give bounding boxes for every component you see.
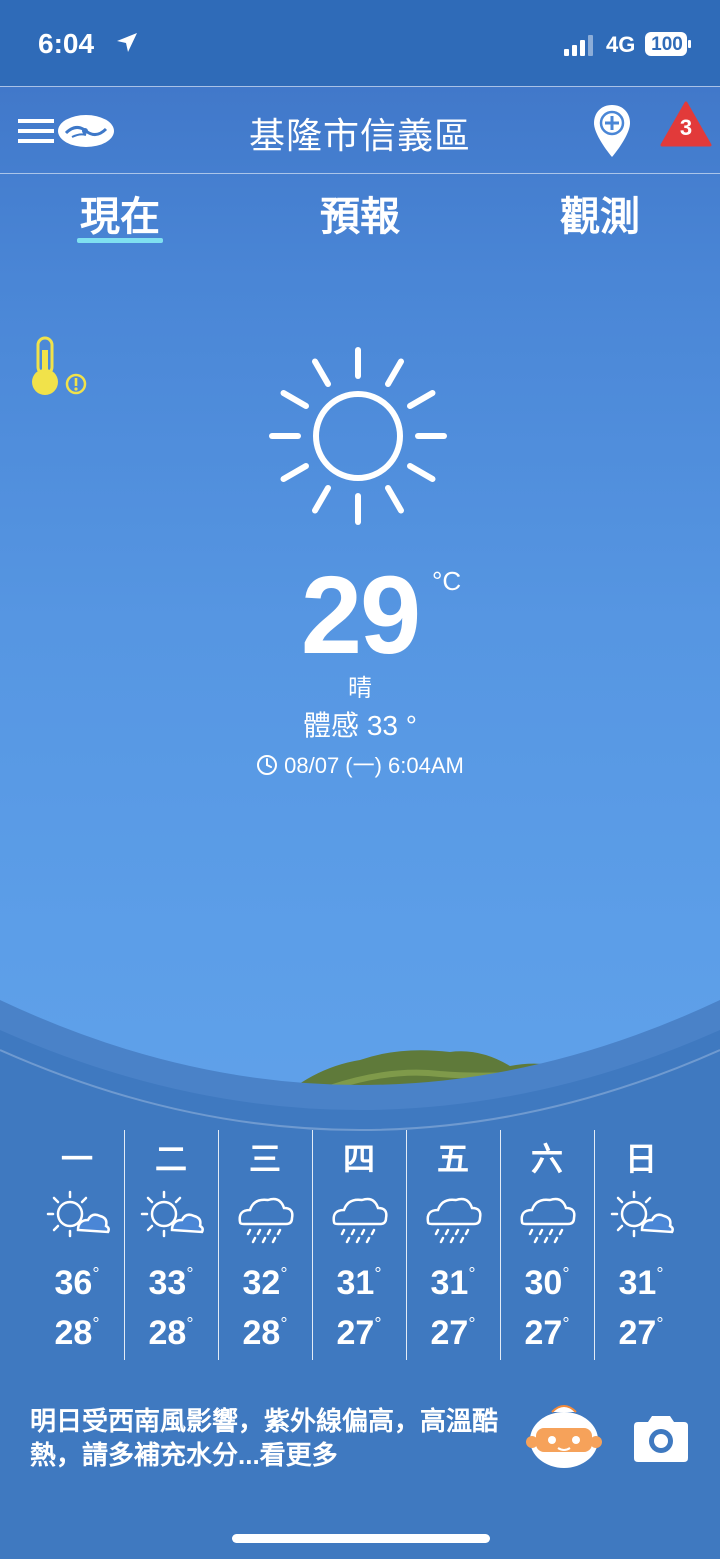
forecast-high: 36°	[54, 1264, 100, 1302]
rain-icon	[238, 1197, 294, 1244]
weather-app-screen: 6:04 4G 100 基隆市信義區 3 現在 預報 觀測 29 °C 晴 體感…	[0, 0, 720, 1559]
weather-notice[interactable]: 明日受西南風影響，紫外線偏高，高溫酷熱，請多補充水分...看更多	[30, 1404, 510, 1472]
location-arrow-icon	[117, 33, 137, 52]
forecast-low: 27°	[430, 1314, 476, 1352]
weekly-forecast[interactable]: 一 36° 28° 二 33° 28° 三 32° 28° 四 31° 27° …	[30, 1130, 690, 1360]
app-header: 基隆市信義區 3	[0, 86, 720, 174]
forecast-high: 32°	[242, 1264, 288, 1302]
forecast-day[interactable]: 五 31° 27°	[406, 1130, 500, 1360]
forecast-day[interactable]: 三 32° 28°	[218, 1130, 312, 1360]
clock-icon	[257, 755, 278, 775]
day-name: 六	[530, 1141, 563, 1177]
rain-icon	[426, 1197, 482, 1244]
forecast-day[interactable]: 四 31° 27°	[312, 1130, 406, 1360]
forecast-day[interactable]: 二 33° 28°	[124, 1130, 218, 1360]
update-time: 08/07 (一) 6:04AM	[284, 753, 464, 778]
weather-condition: 晴	[348, 675, 372, 702]
active-tab-indicator	[77, 238, 163, 243]
add-location-icon[interactable]	[592, 103, 632, 159]
forecast-day[interactable]: 日 31° 27°	[594, 1130, 688, 1360]
network-type: 4G	[606, 32, 636, 57]
alert-count: 3	[679, 115, 693, 140]
forecast-day[interactable]: 六 30° 27°	[500, 1130, 594, 1360]
forecast-low: 27°	[336, 1314, 382, 1352]
battery-level: 100	[651, 34, 683, 55]
forecast-low: 28°	[242, 1314, 288, 1352]
camera-icon[interactable]	[630, 1410, 692, 1466]
forecast-low: 28°	[148, 1314, 194, 1352]
tab-observation[interactable]: 觀測	[540, 184, 660, 242]
forecast-high: 30°	[524, 1264, 570, 1302]
rain-icon	[332, 1197, 388, 1244]
status-time: 6:04	[38, 28, 95, 59]
feels-like: 體感 33 °	[303, 710, 417, 741]
day-name: 五	[436, 1141, 469, 1177]
tab-bar: 現在 預報 觀測	[0, 180, 720, 250]
forecast-day[interactable]: 一 36° 28°	[30, 1130, 124, 1360]
signal-icon	[564, 35, 593, 56]
rain-icon	[520, 1197, 576, 1244]
forecast-high: 31°	[430, 1264, 476, 1302]
mascot-icon[interactable]	[524, 1400, 604, 1470]
sun-cloud-icon	[610, 1190, 674, 1238]
forecast-high: 31°	[618, 1264, 664, 1302]
temperature-unit: °C	[432, 566, 462, 596]
sunny-icon	[269, 347, 447, 525]
status-bar: 6:04 4G 100	[0, 0, 720, 86]
forecast-low: 27°	[618, 1314, 664, 1352]
forecast-high: 33°	[148, 1264, 194, 1302]
current-temperature: 29	[300, 554, 421, 677]
day-name: 四	[342, 1141, 375, 1177]
sun-cloud-icon	[46, 1190, 110, 1238]
forecast-low: 27°	[524, 1314, 570, 1352]
day-name: 二	[154, 1141, 187, 1177]
heat-warning-icon[interactable]	[26, 336, 88, 400]
forecast-high: 31°	[336, 1264, 382, 1302]
day-name: 一	[60, 1141, 93, 1177]
sun-cloud-icon	[140, 1190, 204, 1238]
day-name: 三	[248, 1141, 281, 1177]
tab-forecast[interactable]: 預報	[300, 184, 420, 242]
day-name: 日	[624, 1141, 657, 1177]
forecast-low: 28°	[54, 1314, 100, 1352]
tab-now[interactable]: 現在	[60, 184, 180, 242]
update-time-row: 08/07 (一) 6:04AM	[0, 748, 720, 780]
home-indicator[interactable]	[232, 1534, 490, 1543]
